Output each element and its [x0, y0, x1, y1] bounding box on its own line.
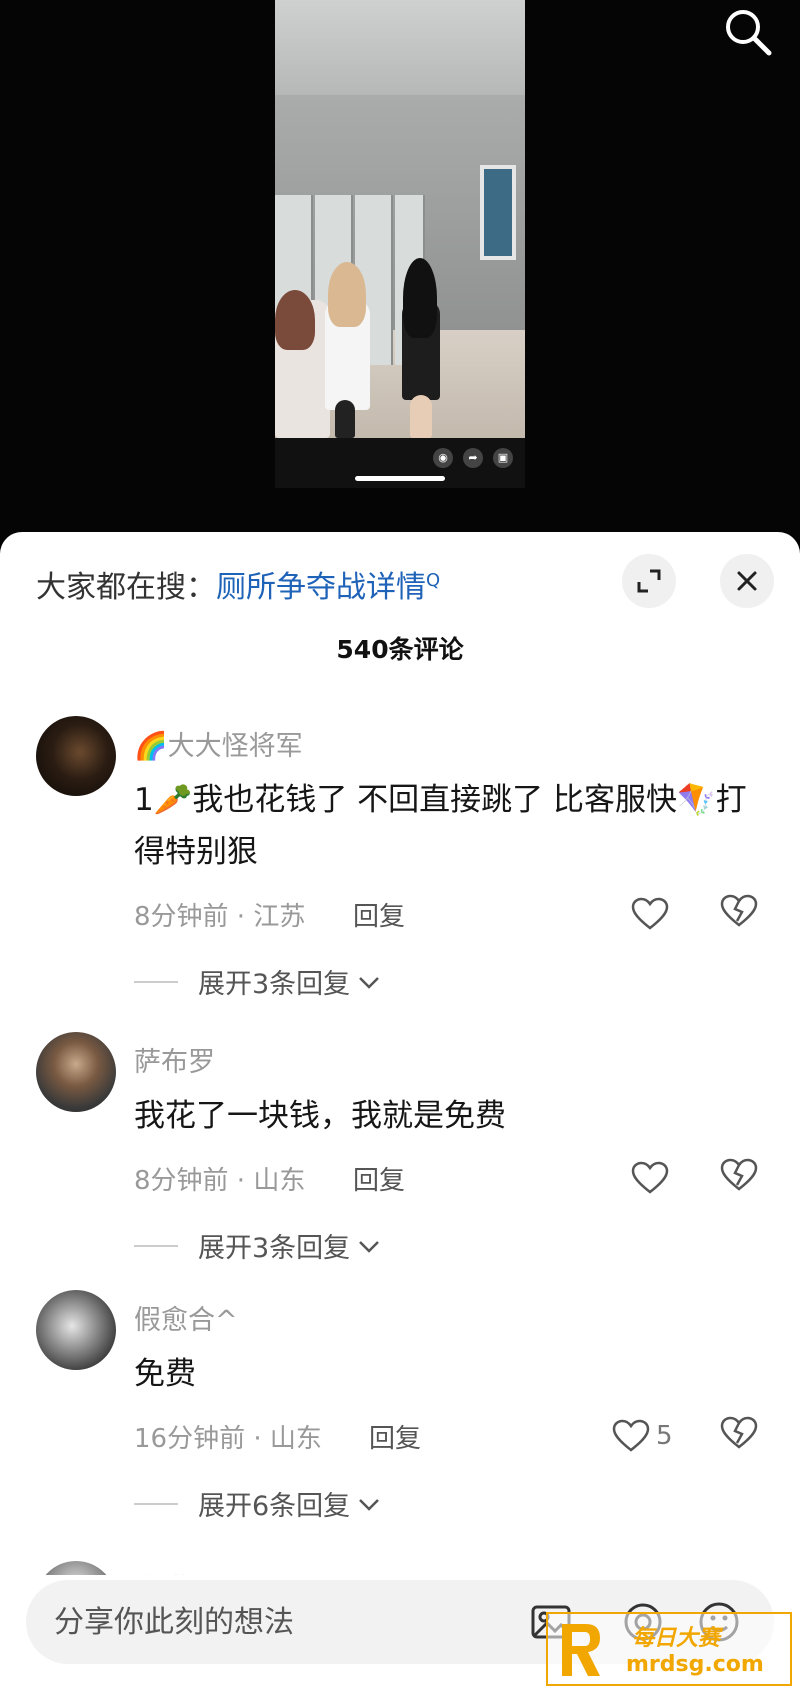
- reply-button[interactable]: 回复: [369, 1418, 421, 1455]
- dislike-button[interactable]: [720, 894, 760, 934]
- like-count: 5: [656, 1421, 673, 1451]
- video-scene-ceiling: [275, 0, 525, 95]
- like-button[interactable]: [631, 894, 691, 934]
- watermark-logo: 每日大赛 mrdsg.com: [546, 1612, 792, 1686]
- expand-replies-label: 展开6条回复: [198, 1491, 351, 1522]
- watermark-url: mrdsg.com: [626, 1652, 764, 1677]
- avatar[interactable]: [36, 1561, 116, 1575]
- avatar[interactable]: [36, 1290, 116, 1370]
- divider-dash: [134, 1244, 178, 1247]
- chevron-down-icon: [359, 1498, 380, 1511]
- expand-sheet-button[interactable]: [622, 554, 676, 608]
- divider-dash: [134, 1502, 178, 1505]
- hot-search-prefix: 大家都在搜：: [36, 570, 216, 605]
- heart-icon: [631, 1161, 669, 1194]
- hot-search-bar[interactable]: 大家都在搜：厕所争夺战详情Q: [36, 562, 440, 606]
- video-player[interactable]: ◉ ➦ ▣: [0, 0, 800, 540]
- heart-icon: [631, 897, 669, 930]
- comment-time-location: 16分钟前 · 山东: [134, 1424, 322, 1454]
- video-save-icon[interactable]: ▣: [493, 448, 513, 468]
- expand-replies-button[interactable]: 展开3条回复: [134, 962, 382, 1001]
- comment-input-area: 每日大赛 mrdsg.com: [0, 1580, 800, 1695]
- chevron-down-icon: [359, 1240, 380, 1253]
- broken-heart-icon: [720, 894, 758, 927]
- comment-input[interactable]: [54, 1580, 534, 1664]
- expand-replies-label: 展开3条回复: [198, 969, 351, 1000]
- comment-username[interactable]: 許諾: [134, 1567, 188, 1575]
- video-person-legs: [335, 400, 355, 438]
- comment-text: 免费: [134, 1356, 196, 1392]
- video-person-hair: [328, 262, 366, 327]
- like-button[interactable]: 5: [612, 1416, 702, 1456]
- expand-replies-button[interactable]: 展开6条回复: [134, 1484, 382, 1523]
- comment-time-location: 8分钟前 · 山东: [134, 1166, 306, 1196]
- close-icon: [737, 571, 757, 591]
- broken-heart-icon: [720, 1416, 758, 1449]
- comment-username[interactable]: 假愈合^: [134, 1298, 238, 1337]
- small-search-icon: Q: [426, 570, 441, 591]
- comment-sheet: 大家都在搜：厕所争夺战详情Q 540条评论 🌈大大怪将军 1🥕我也花钱了 不回直…: [0, 532, 800, 1695]
- expand-replies-button[interactable]: 展开3条回复: [134, 1226, 382, 1265]
- video-frame[interactable]: [275, 0, 525, 438]
- comment-time-location: 8分钟前 · 江苏: [134, 902, 306, 932]
- video-progress-bar[interactable]: [355, 476, 445, 481]
- reply-button[interactable]: 回复: [353, 896, 405, 933]
- avatar[interactable]: [36, 716, 116, 796]
- dislike-button[interactable]: [720, 1416, 760, 1456]
- divider-dash: [134, 980, 178, 983]
- watermark-name: 每日大赛: [632, 1626, 721, 1651]
- video-person-hair: [403, 258, 437, 338]
- comment-text: 1🥕我也花钱了 不回直接跳了 比客服快🪁打得特别狠: [134, 782, 747, 870]
- chevron-down-icon: [359, 976, 380, 989]
- comment-item-partial: 許諾: [0, 1545, 800, 1575]
- close-button[interactable]: [720, 554, 774, 608]
- avatar[interactable]: [36, 1032, 116, 1112]
- expand-replies-label: 展开3条回复: [198, 1233, 351, 1264]
- like-button[interactable]: [631, 1158, 691, 1198]
- video-control-icon[interactable]: ◉: [433, 448, 453, 468]
- comment-username[interactable]: 🌈大大怪将军: [134, 724, 303, 763]
- hot-search-link[interactable]: 厕所争夺战详情: [216, 570, 426, 605]
- video-share-icon[interactable]: ➦: [463, 448, 483, 468]
- expand-icon: [637, 569, 661, 593]
- heart-icon: [612, 1419, 650, 1452]
- comment-username[interactable]: 萨布罗: [134, 1040, 215, 1079]
- dislike-button[interactable]: [720, 1158, 760, 1198]
- video-person-legs: [410, 395, 432, 438]
- video-person-hair: [275, 290, 315, 350]
- comment-text: 我花了一块钱，我就是免费: [134, 1098, 506, 1134]
- broken-heart-icon: [720, 1158, 758, 1191]
- watermark-r-logo-icon: [562, 1624, 600, 1676]
- search-icon[interactable]: [722, 6, 774, 58]
- video-scene-window: [480, 165, 516, 260]
- comment-count: 540条评论: [336, 635, 464, 664]
- reply-button[interactable]: 回复: [353, 1160, 405, 1197]
